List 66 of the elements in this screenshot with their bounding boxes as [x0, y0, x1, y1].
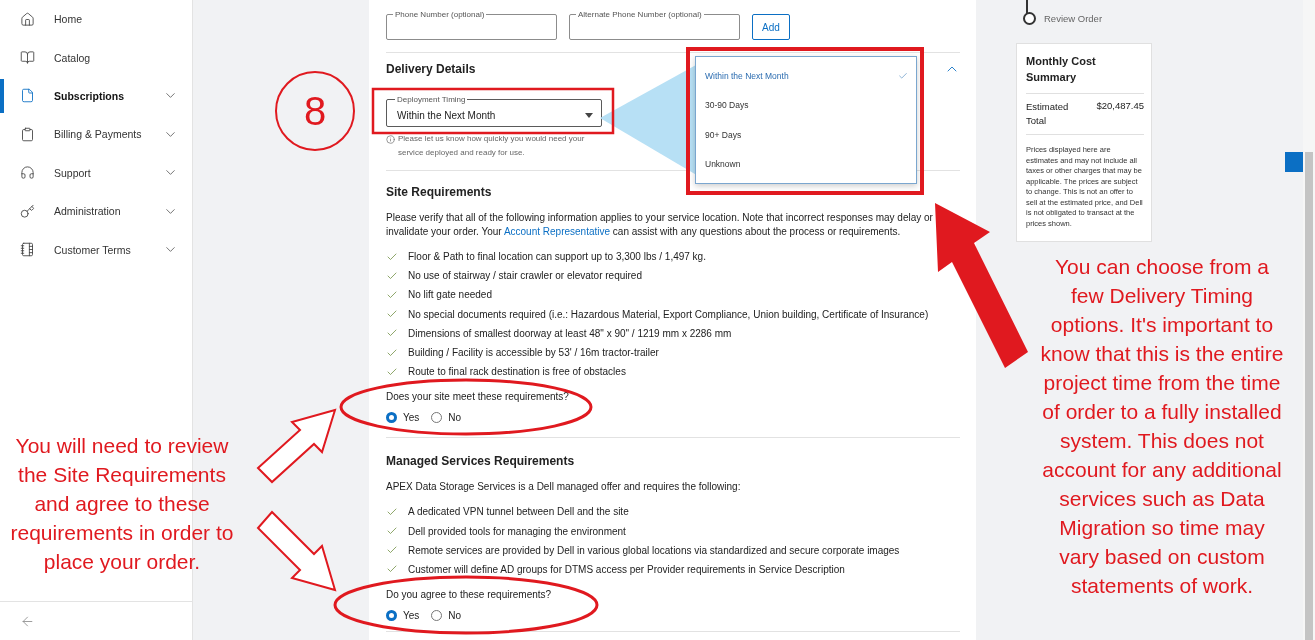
- section-description: APEX Data Storage Services is a Dell managed offer and requires the following:: [386, 480, 742, 495]
- section-title: Managed Services Requirements: [386, 454, 576, 469]
- sidebar-item[interactable]: Catalog: [0, 38, 192, 77]
- field-label: Deployment Timing: [396, 95, 467, 104]
- section-title: Delivery Details: [386, 62, 476, 76]
- requirement-text: No use of stairway / stair crawler or elevator required: [408, 270, 642, 282]
- phone-field[interactable]: Phone Number (optional): [386, 10, 557, 40]
- radio-label: Yes: [403, 412, 420, 424]
- field-label: Phone Number (optional): [394, 10, 486, 19]
- key-icon: [20, 203, 35, 219]
- deployment-timing-select[interactable]: Deployment Timing Within the Next Month: [386, 95, 602, 127]
- section-title: Site Requirements: [386, 185, 493, 199]
- radio-button[interactable]: [386, 610, 397, 622]
- clipboard-icon: [20, 126, 35, 142]
- card-title: Monthly Cost Summary: [1026, 54, 1097, 85]
- field-label: Alternate Phone Number (optional): [577, 10, 703, 19]
- add-button[interactable]: Add: [752, 14, 790, 40]
- dropdown-option[interactable]: Unknown: [696, 149, 916, 179]
- step-marker: [1023, 12, 1036, 25]
- scrollbar[interactable]: [1303, 0, 1315, 640]
- requirement-text: Route to final rack destination is free of obstacles: [408, 366, 626, 378]
- question-text: Do you agree to these requirements?: [386, 589, 553, 601]
- dropdown-option[interactable]: 30-90 Days: [696, 90, 916, 120]
- dropdown-option[interactable]: Within the Next Month: [696, 61, 916, 91]
- sidebar-item[interactable]: Support: [0, 153, 192, 192]
- sidebar-item[interactable]: Administration: [0, 191, 192, 231]
- question-text: Does your site meet these requirements?: [386, 391, 570, 403]
- check-icon: [898, 70, 908, 81]
- home-icon: [20, 11, 35, 27]
- account-representative-link[interactable]: Account Representative: [503, 226, 611, 237]
- file-icon: [20, 88, 35, 104]
- radio-label: No: [448, 412, 462, 424]
- book-icon: [20, 50, 35, 66]
- phone-field[interactable]: Alternate Phone Number (optional): [569, 10, 740, 40]
- info-icon: [386, 135, 395, 144]
- requirement-text: No special documents required (i.e.: Hazardous Material, Export Compliance, Union building, Certificate of Insurance): [408, 308, 929, 320]
- sidebar-item[interactable]: Customer Terms: [0, 230, 192, 269]
- sidebar-item[interactable]: Home: [0, 0, 192, 39]
- annotation-text: You can choose from a few Delivery Timing options. It's important to know that this is the entire project time from the time of order to a fully installed system. This does not account for any additional services such as Data Migration so time may vary based on custom statements of work.: [1040, 254, 1284, 599]
- dropdown-option[interactable]: 90+ Days: [696, 120, 916, 150]
- requirement-text: Dell provided tools for managing the environment: [408, 525, 626, 537]
- radio-label: No: [448, 610, 462, 622]
- step-badge: 8: [275, 71, 355, 151]
- step-label: Review Order: [1044, 13, 1103, 24]
- sidebar-item[interactable]: Subscriptions: [0, 76, 192, 116]
- collapse-icon[interactable]: [20, 613, 35, 629]
- annotation-text: You will need to review the Site Requirements and agree to these requirements in order to place your order.: [9, 433, 235, 575]
- requirement-text: Floor & Path to final location can support up to 3,300 lbs / 1,497 kg.: [408, 251, 706, 263]
- radio-button[interactable]: [431, 412, 443, 424]
- stepper-line: [1026, 0, 1028, 14]
- requirement-text: A dedicated VPN tunnel between Dell and the site: [408, 506, 629, 518]
- requirement-text: Remote services are provided by Dell in various global locations via standardized and secure corporate images: [408, 544, 900, 556]
- requirement-text: Customer will define AD groups for DTMS access per Provider requirements in Service Description: [408, 563, 845, 575]
- requirement-text: No lift gate needed: [408, 289, 492, 301]
- notebook-icon: [20, 242, 35, 258]
- sidebar-item[interactable]: Billing & Payments: [0, 115, 192, 154]
- headset-icon: [20, 165, 35, 181]
- radio-label: Yes: [403, 610, 420, 622]
- requirement-text: Dimensions of smallest doorway at least 48" x 90" / 1219 mm x 2286 mm: [408, 327, 732, 339]
- total-value: $20,487.45: [1096, 100, 1144, 113]
- helper-text: Please let us know how quickly you would need your service deployed and ready for use.: [398, 133, 586, 159]
- caret-icon: [585, 112, 593, 118]
- radio-button[interactable]: [386, 412, 397, 424]
- total-label: Estimated Total: [1026, 100, 1070, 128]
- requirement-text: Building / Facility is accessible by 53' / 16m tractor-trailer: [408, 347, 659, 359]
- radio-button[interactable]: [431, 610, 443, 622]
